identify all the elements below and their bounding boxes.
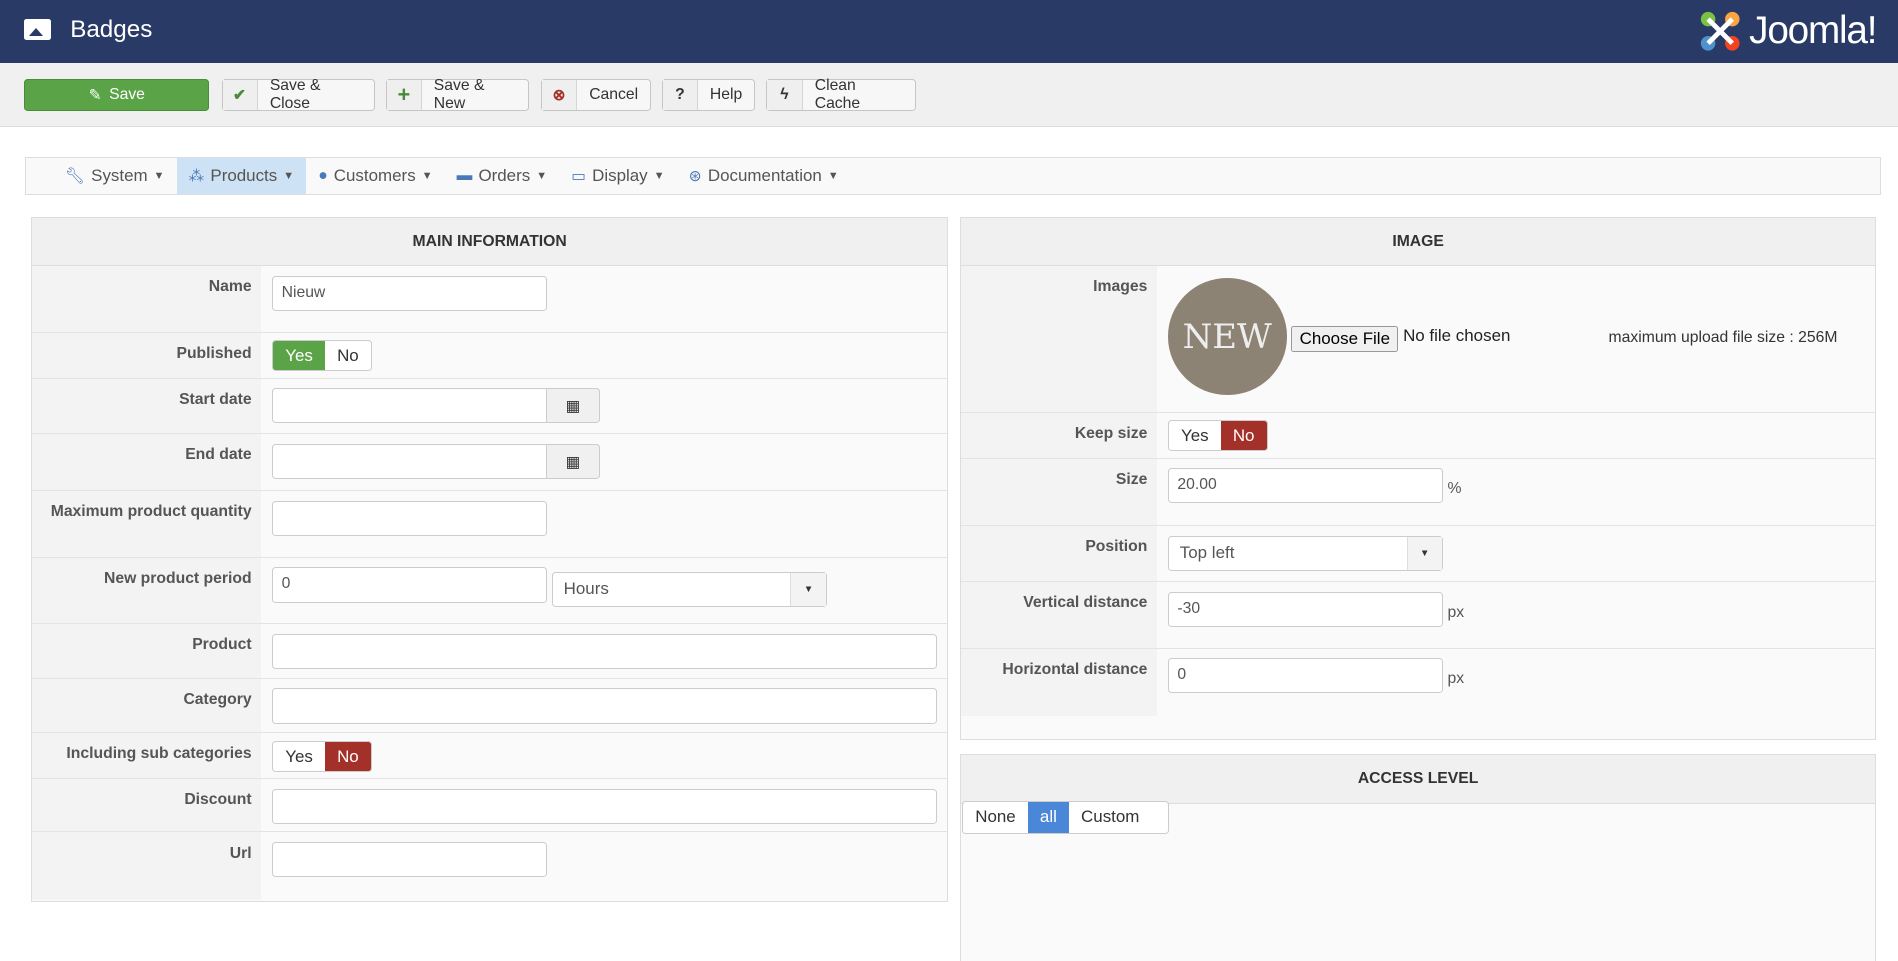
horizontal-unit: px [1447,670,1465,688]
caret-down-icon: ▼ [153,170,165,183]
subcategories-toggle: Yes No [272,740,372,772]
caret-down-icon: ▼ [283,170,295,183]
access-none[interactable]: None [963,802,1028,833]
menu-display[interactable]: ▭ Display ▼ [559,158,676,194]
size-unit: % [1447,480,1462,498]
horizontal-distance-label: Horizontal distance [960,648,1158,717]
file-status: No file chosen [1403,326,1511,346]
joomla-logo: Joomla! [1696,7,1877,55]
published-no[interactable]: No [325,341,371,370]
published-toggle: Yes No [272,339,372,372]
image-icon [24,19,51,40]
page-title: Badges [70,15,153,43]
max-quantity-input[interactable] [272,500,547,536]
save-new-button[interactable]: + Save & New [386,77,529,112]
subcategories-no[interactable]: No [324,741,371,771]
menu-system[interactable]: 🔧︎ System ▼ [53,158,177,194]
menu-products[interactable]: ⁂ Products ▼ [176,158,307,194]
keep-size-toggle: Yes No [1167,419,1268,452]
menu-documentation[interactable]: ⊛ Documentation ▼ [677,158,851,194]
name-input[interactable]: Nieuw [272,275,547,311]
calendar-icon[interactable]: ▦ [546,443,601,480]
user-icon: ● [318,167,328,185]
max-upload-text: maximum upload file size : 256M [1608,329,1838,347]
start-date-input[interactable] [272,388,547,424]
subcategories-yes[interactable]: Yes [273,742,325,771]
horizontal-distance-input[interactable]: 0 [1167,658,1443,694]
period-unit-select[interactable]: Hours ▼ [551,572,827,608]
position-label: Position [960,526,1158,581]
discount-label: Discount [32,779,262,832]
caret-down-icon: ▼ [1406,536,1442,571]
help-icon: ? [663,79,698,111]
end-date-input[interactable] [272,443,547,480]
save-button[interactable]: ✎ Save [24,78,210,112]
vertical-distance-label: Vertical distance [960,581,1158,648]
product-input[interactable] [272,633,937,670]
period-label: New product period [32,557,262,624]
url-input[interactable] [272,842,547,878]
help-button[interactable]: ? Help [662,78,756,112]
position-select[interactable]: Top left ▼ [1167,535,1443,572]
caret-down-icon: ▼ [536,170,548,183]
access-custom[interactable]: Custom [1069,802,1152,833]
badge-image: NEW [1167,278,1287,395]
joomla-logo-icon [1700,12,1740,51]
save-close-button[interactable]: ✔ Save & Close [221,77,376,112]
choose-file-button[interactable]: Choose File [1291,325,1399,353]
app-header: Badges Joomla! [0,0,1898,63]
keep-size-no[interactable]: No [1220,420,1267,451]
published-label: Published [32,332,262,378]
category-input[interactable] [272,688,937,724]
cancel-icon: ⊗ [542,79,578,111]
category-label: Category [32,678,262,733]
edit-icon: ✎ [88,87,102,104]
vertical-unit: px [1447,603,1465,621]
url-label: Url [32,832,262,901]
cubes-icon: ⁂ [188,168,205,186]
image-panel: IMAGE Images NEW Choose File No file cho… [959,216,1877,740]
menu-customers[interactable]: ● Customers ▼ [306,158,444,194]
component-menu: 🔧︎ System ▼ ⁂ Products ▼ ● Customers ▼ ▬ Orders… [25,157,1882,195]
access-level-toggle: None all Custom [962,801,1170,834]
menu-orders[interactable]: ▬ Orders ▼ [445,158,560,194]
main-information-panel: MAIN INFORMATION Name Nieuw Published Yes N… [31,216,948,902]
discount-input[interactable] [272,788,937,824]
check-icon: ✔ [222,79,258,111]
max-quantity-label: Maximum product quantity [32,491,262,557]
lifebuoy-icon: ⊛ [688,168,702,186]
monitor-icon: ▭ [571,168,587,186]
period-input[interactable]: 0 [272,567,547,603]
size-label: Size [960,458,1158,526]
subcategories-label: Including sub categories [32,733,262,779]
caret-down-icon: ▼ [827,170,839,183]
keep-size-yes[interactable]: Yes [1169,421,1221,450]
cancel-button[interactable]: ⊗ Cancel [541,78,652,112]
access-all[interactable]: all [1027,802,1069,833]
caret-down-icon: ▼ [653,170,665,183]
product-label: Product [32,624,262,678]
access-level-panel: ACCESS LEVEL None all Custom [959,754,1877,961]
vertical-distance-input[interactable]: -30 [1167,591,1443,627]
lightning-icon: ϟ [767,79,803,111]
size-input[interactable]: 20.00 [1167,468,1443,504]
clean-cache-button[interactable]: ϟ Clean Cache [766,77,917,112]
images-label: Images [960,266,1158,412]
wrench-icon: 🔧︎ [65,168,86,186]
caret-down-icon: ▼ [421,170,433,183]
calendar-icon[interactable]: ▦ [546,388,601,424]
plus-icon: + [387,79,422,111]
start-date-label: Start date [32,378,262,434]
toolbar: ✎ Save ✔ Save & Close + Save & New ⊗ Cancel … [0,62,1898,128]
caret-down-icon: ▼ [790,573,826,607]
panel-title: ACCESS LEVEL [960,755,1876,804]
end-date-label: End date [32,434,262,491]
panel-title: MAIN INFORMATION [32,217,947,267]
published-yes[interactable]: Yes [273,340,325,371]
name-label: Name [32,266,262,332]
keep-size-label: Keep size [960,412,1158,458]
panel-title: IMAGE [960,217,1876,267]
credit-card-icon: ▬ [456,167,473,185]
